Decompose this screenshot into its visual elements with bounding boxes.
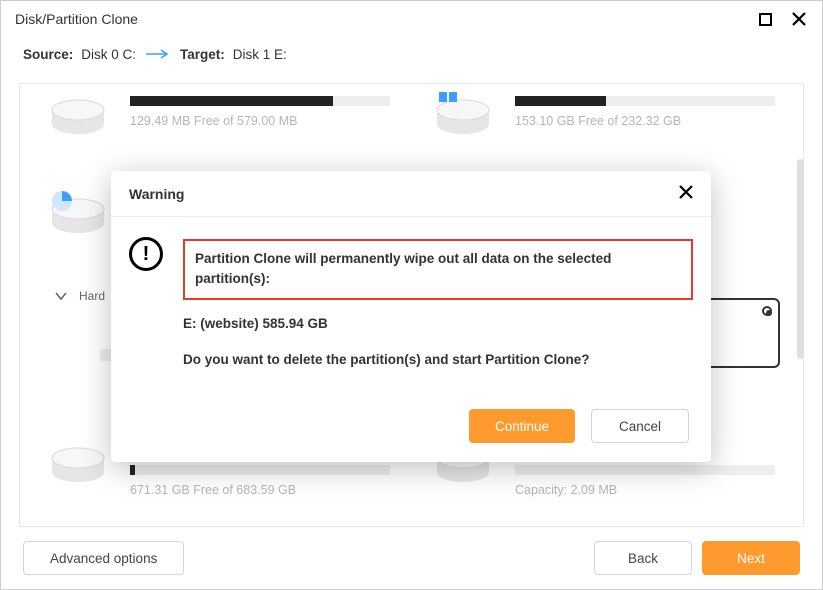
close-window-button[interactable] [790, 10, 808, 28]
target-label: Target: [180, 47, 225, 62]
dialog-warning-text: Partition Clone will permanently wipe ou… [183, 239, 693, 300]
dialog-confirm-text: Do you want to delete the partition(s) a… [183, 350, 693, 370]
usage-bar [515, 96, 775, 106]
dialog-message: Partition Clone will permanently wipe ou… [183, 239, 693, 386]
close-icon [792, 12, 806, 26]
source-target-bar: Source: Disk 0 C: Target: Disk 1 E: [1, 37, 822, 71]
dialog-header: Warning [111, 171, 711, 217]
disk-expander[interactable]: Hard [55, 289, 105, 303]
continue-button[interactable]: Continue [469, 409, 575, 443]
usage-text: 671.31 GB Free of 683.59 GB [130, 483, 390, 497]
close-icon [679, 185, 693, 199]
advanced-options-button[interactable]: Advanced options [23, 541, 184, 575]
continue-label: Continue [495, 419, 549, 434]
usage-text: 153.10 GB Free of 232.32 GB [515, 114, 775, 128]
usage-bar [130, 96, 390, 106]
dialog-close-button[interactable] [679, 183, 693, 204]
target-value: Disk 1 E: [233, 47, 287, 62]
dialog-title: Warning [129, 186, 184, 202]
next-label: Next [737, 551, 765, 566]
back-label: Back [628, 551, 658, 566]
chevron-down-icon [55, 290, 67, 302]
footer-bar: Advanced options Back Next [1, 527, 822, 589]
source-value: Disk 0 C: [81, 47, 136, 62]
maximize-icon [759, 13, 772, 26]
usage-text: 129.49 MB Free of 579.00 MB [130, 114, 390, 128]
cancel-button[interactable]: Cancel [591, 409, 689, 443]
window-title: Disk/Partition Clone [15, 11, 138, 27]
disk-icon [435, 90, 495, 138]
usage-bar [130, 465, 390, 475]
selected-partition-frame[interactable] [700, 298, 780, 368]
scrollbar[interactable] [797, 159, 804, 359]
usage-text: Capacity: 2.09 MB [515, 483, 775, 497]
next-button[interactable]: Next [702, 541, 800, 575]
disk-label: Hard [79, 289, 105, 303]
dialog-partition-item: E: (website) 585.94 GB [183, 314, 693, 334]
disk-icon [50, 90, 110, 138]
disk-icon [50, 438, 110, 486]
advanced-options-label: Advanced options [50, 551, 157, 566]
maximize-button[interactable] [756, 10, 774, 28]
partition-tile[interactable]: 153.10 GB Free of 232.32 GB [435, 90, 775, 145]
title-bar: Disk/Partition Clone [1, 1, 822, 37]
arrow-right-icon [144, 49, 172, 59]
partition-tile[interactable]: 129.49 MB Free of 579.00 MB [50, 90, 390, 145]
warning-icon: ! [129, 237, 163, 271]
source-label: Source: [23, 47, 73, 62]
cancel-label: Cancel [619, 419, 661, 434]
disk-icon [50, 189, 110, 237]
back-button[interactable]: Back [594, 541, 692, 575]
dialog-footer: Continue Cancel [111, 396, 711, 462]
selected-radio[interactable] [762, 306, 772, 316]
warning-dialog: Warning ! Partition Clone will permanent… [111, 171, 711, 462]
usage-bar [515, 465, 775, 475]
